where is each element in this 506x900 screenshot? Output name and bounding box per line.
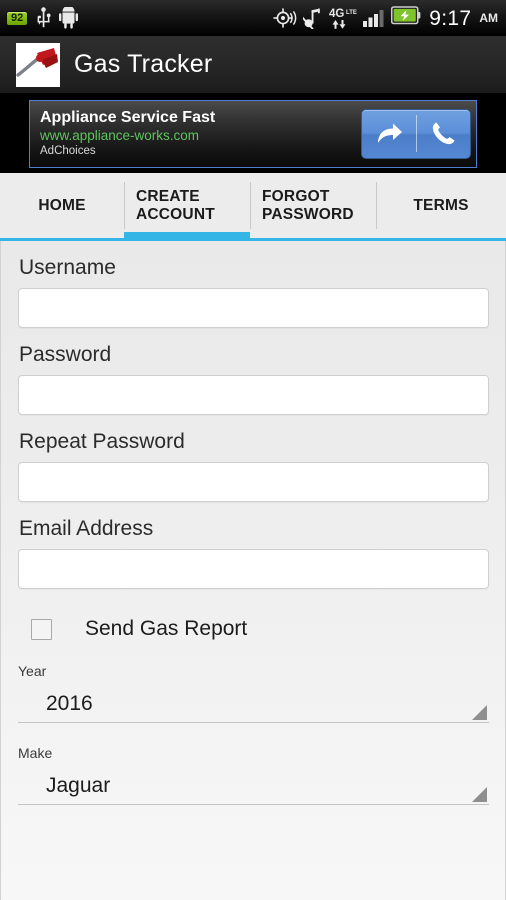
tab-create-account[interactable]: CREATE ACCOUNT — [124, 173, 250, 241]
tab-forgot-password-line1: FORGOT — [262, 187, 330, 205]
tab-terms-label: TERMS — [413, 196, 469, 214]
tab-create-account-line1: CREATE — [136, 187, 200, 205]
ad-choices-label[interactable]: AdChoices — [40, 144, 361, 159]
email-address-input[interactable] — [18, 549, 489, 589]
4g-lte-icon: 4G LTE — [329, 7, 357, 30]
tab-forgot-password-label: FORGOT PASSWORD — [262, 188, 354, 224]
gas-pump-nozzle-icon — [16, 42, 60, 87]
make-label: Make — [18, 745, 53, 761]
tab-home[interactable]: HOME — [0, 173, 124, 238]
page-title: Gas Tracker — [74, 50, 213, 78]
battery-charging-icon — [391, 6, 421, 30]
tab-bar: HOME CREATE ACCOUNT FORGOT PASSWORD TERM… — [0, 173, 506, 241]
ad-url[interactable]: www.appliance-works.com — [40, 127, 361, 144]
svg-text:LTE: LTE — [346, 10, 357, 16]
send-gas-report-label: Send Gas Report — [85, 617, 248, 640]
battery-percent-badge: 92 — [6, 10, 29, 26]
ad-banner-container: Appliance Service Fast www.appliance-wor… — [0, 94, 506, 173]
tab-forgot-password-line2: PASSWORD — [262, 205, 354, 223]
tab-divider — [124, 182, 125, 229]
status-bar-left-icons: 92 — [6, 7, 79, 29]
send-gas-report-checkbox[interactable] — [31, 618, 52, 640]
status-bar-right-icons: 4G LTE 9:17 AM — [273, 6, 498, 30]
gps-location-icon — [273, 8, 297, 28]
chevron-down-icon — [472, 787, 487, 802]
ad-action-buttons — [361, 108, 471, 159]
year-label: Year — [18, 663, 47, 679]
send-gas-report-row[interactable]: Send Gas Report — [18, 617, 488, 641]
year-spinner[interactable]: 2016 — [18, 685, 489, 723]
repeat-password-input[interactable] — [18, 462, 489, 502]
usb-icon — [35, 7, 52, 29]
tab-divider — [376, 182, 377, 229]
year-spinner-value: 2016 — [46, 691, 93, 715]
field-username: Username — [18, 241, 489, 328]
field-repeat-password: Repeat Password — [18, 415, 489, 502]
make-spinner-value: Jaguar — [46, 773, 111, 797]
tab-create-account-line2: ACCOUNT — [136, 205, 215, 223]
field-email-address: Email Address — [18, 502, 489, 589]
clock-time: 9:17 — [429, 6, 472, 30]
create-account-form: Username Password Repeat Password Email … — [0, 241, 506, 900]
email-address-label: Email Address — [19, 517, 154, 540]
signal-bars-icon — [363, 8, 385, 28]
phone-screen: 92 4G LTE 9:17 AM Gas Tracker Appliance … — [0, 0, 506, 900]
android-robot-icon — [59, 7, 79, 29]
tab-home-label: HOME — [38, 196, 86, 214]
app-title-bar: Gas Tracker — [0, 36, 506, 94]
tab-create-account-label: CREATE ACCOUNT — [136, 188, 215, 224]
ad-text-block: Appliance Service Fast www.appliance-wor… — [40, 108, 361, 159]
svg-text:4G: 4G — [329, 8, 344, 20]
ad-headline: Appliance Service Fast — [40, 109, 216, 126]
username-label: Username — [19, 256, 116, 279]
clock-ampm: AM — [479, 11, 498, 25]
field-password: Password — [18, 328, 489, 415]
chevron-down-icon — [472, 705, 487, 720]
password-input[interactable] — [18, 375, 489, 415]
password-label: Password — [19, 343, 112, 366]
status-bar: 92 4G LTE 9:17 AM — [0, 0, 506, 36]
username-input[interactable] — [18, 288, 489, 328]
tab-forgot-password[interactable]: FORGOT PASSWORD — [250, 173, 376, 238]
ad-banner[interactable]: Appliance Service Fast www.appliance-wor… — [29, 99, 477, 168]
repeat-password-label: Repeat Password — [19, 430, 185, 453]
music-muted-icon — [303, 8, 323, 29]
tab-terms[interactable]: TERMS — [376, 173, 506, 238]
make-spinner[interactable]: Jaguar — [18, 767, 489, 805]
ad-go-button[interactable] — [362, 110, 416, 158]
ad-call-button[interactable] — [417, 110, 471, 158]
tab-divider — [250, 182, 251, 229]
